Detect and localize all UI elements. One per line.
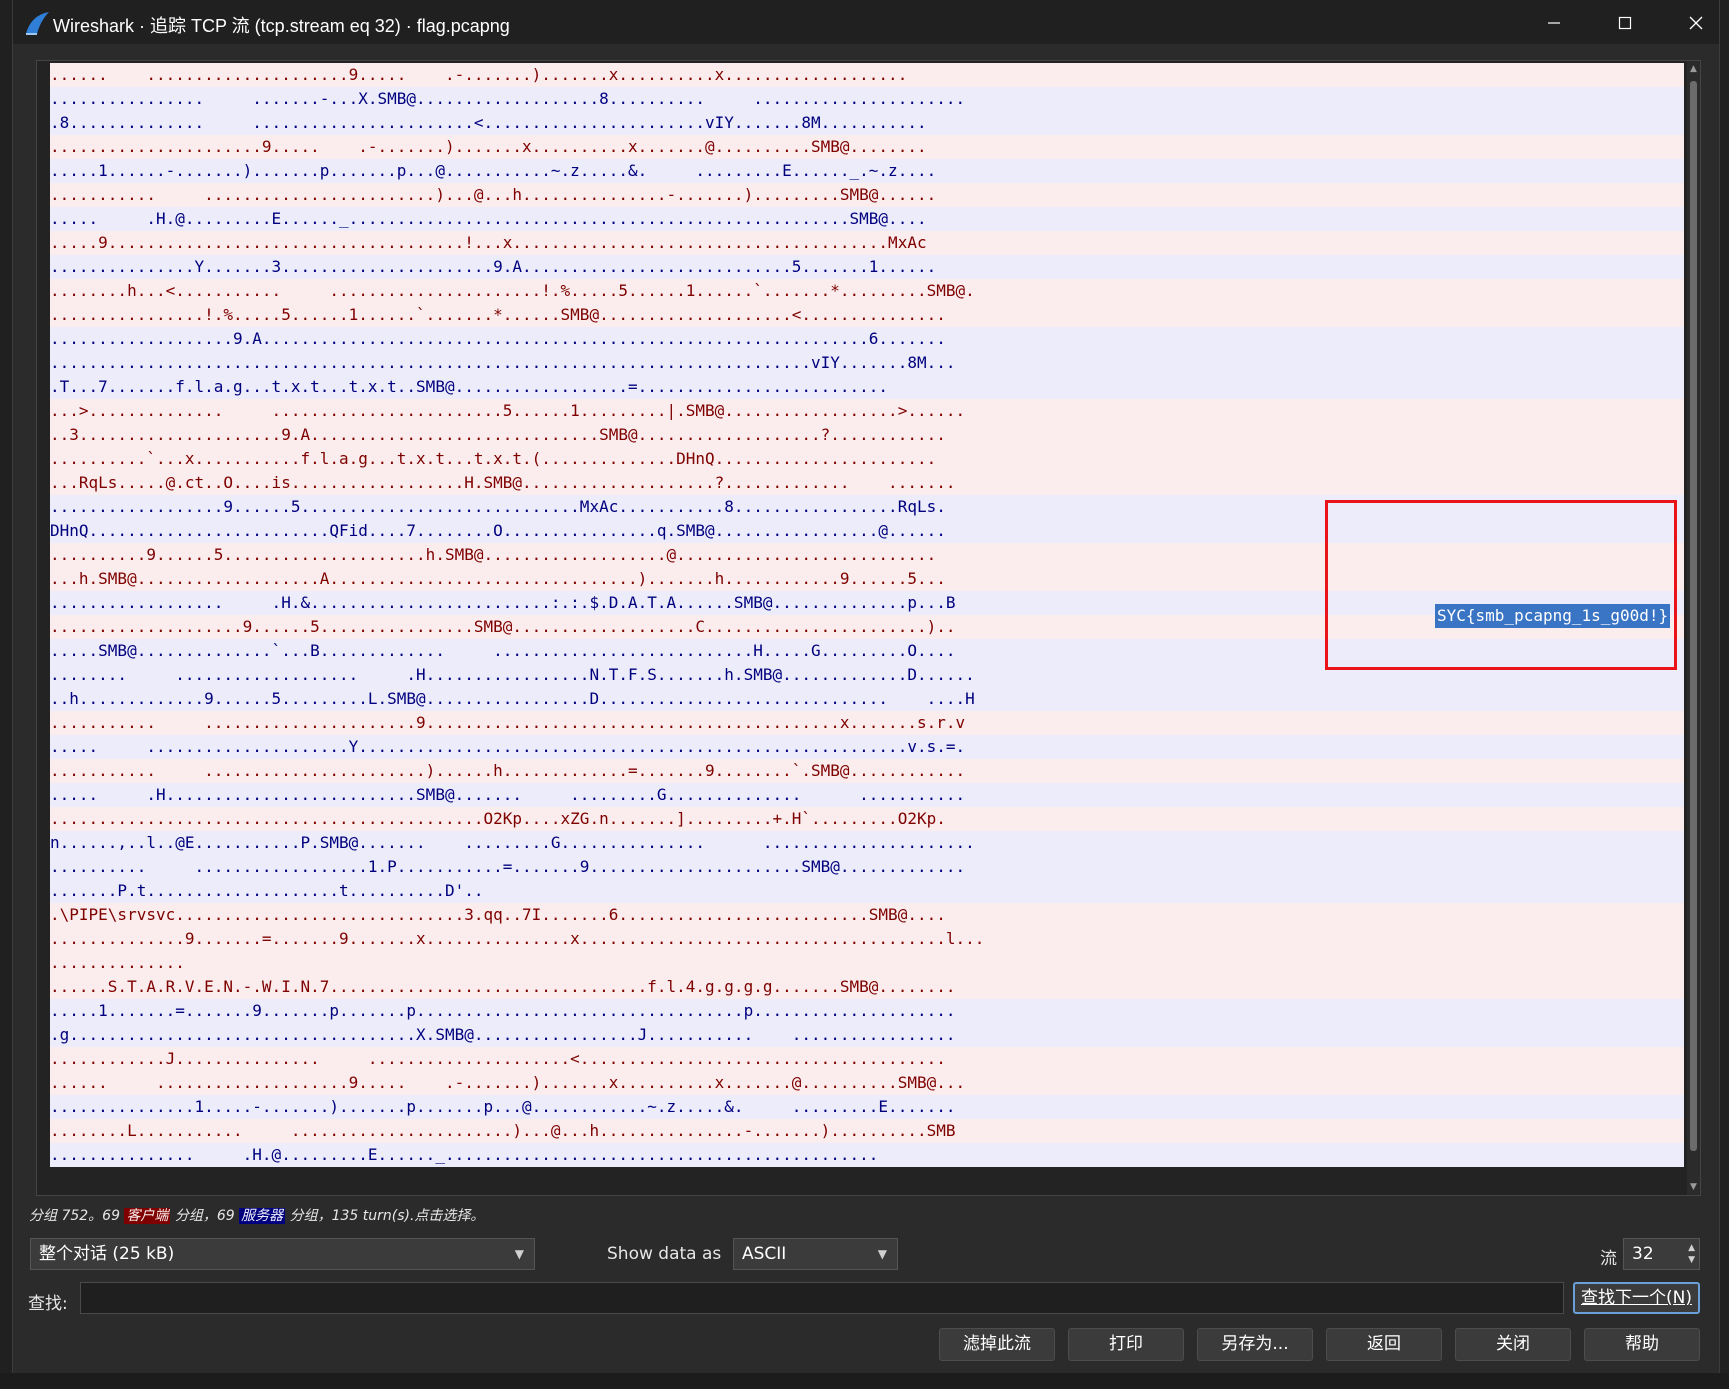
window-title: Wireshark · 追踪 TCP 流 (tcp.stream eq 32) … bbox=[53, 16, 510, 36]
show-data-as-value: ASCII bbox=[742, 1244, 787, 1264]
server-tag: 服务器 bbox=[239, 1208, 286, 1224]
scroll-up-arrow-icon[interactable]: ▲ bbox=[1687, 61, 1700, 77]
stream-line[interactable]: ..... .H.@.........E......_.............… bbox=[50, 207, 1684, 231]
vertical-scrollbar[interactable]: ▲ ▼ bbox=[1687, 61, 1700, 1195]
stream-line[interactable]: n......,..l..@E...........P.SMB@....... … bbox=[50, 831, 1684, 855]
maximize-icon bbox=[1618, 16, 1632, 30]
spin-down-icon[interactable]: ▼ bbox=[1688, 1254, 1695, 1266]
minimize-button[interactable] bbox=[1531, 8, 1577, 38]
help-button[interactable]: 帮助 bbox=[1584, 1328, 1700, 1361]
stream-line[interactable]: ........... ......................9.....… bbox=[50, 711, 1684, 735]
stream-line[interactable]: ...............Y.......3................… bbox=[50, 255, 1684, 279]
close-button[interactable]: 关闭 bbox=[1455, 1328, 1571, 1361]
stream-line[interactable]: ........................................… bbox=[50, 807, 1684, 831]
stream-line[interactable]: ......S.T.A.R.V.E.N.-.W.I.N.7...........… bbox=[50, 975, 1684, 999]
stream-line[interactable]: ......................9..... .-.......).… bbox=[50, 135, 1684, 159]
minimize-icon bbox=[1548, 22, 1560, 24]
stream-line[interactable]: ..............9.......=.......9.......x.… bbox=[50, 927, 1684, 951]
stream-line[interactable]: ..........`...x...........f.l.a.g...t.x.… bbox=[50, 447, 1684, 471]
stream-line[interactable]: ........................................… bbox=[50, 351, 1684, 375]
stream-line[interactable]: .............. bbox=[50, 951, 1684, 975]
stream-line[interactable]: ...... .....................9..... .-...… bbox=[50, 63, 1684, 87]
stream-line[interactable]: ...............1.....-.......).......p..… bbox=[50, 1095, 1684, 1119]
stream-line[interactable]: ........... ........................)...… bbox=[50, 183, 1684, 207]
stream-line[interactable]: .....9..................................… bbox=[50, 231, 1684, 255]
chevron-down-icon: ▼ bbox=[877, 1247, 887, 1261]
stream-number-value: 32 bbox=[1632, 1244, 1654, 1264]
red-annotation-box bbox=[1325, 500, 1677, 670]
stream-line[interactable]: ................!.%.....5......1......`.… bbox=[50, 303, 1684, 327]
stream-line[interactable]: ...................9.A..................… bbox=[50, 327, 1684, 351]
save-as-button[interactable]: 另存为... bbox=[1197, 1328, 1313, 1361]
filter-out-stream-button[interactable]: 滤掉此流 bbox=[939, 1328, 1055, 1361]
stream-line[interactable]: ............... .H.@.........E......_...… bbox=[50, 1143, 1684, 1167]
conversation-select[interactable]: 整个对话 (25 kB) ▼ bbox=[30, 1238, 535, 1270]
client-tag: 客户端 bbox=[124, 1208, 171, 1224]
stream-line[interactable]: ........L........... ...................… bbox=[50, 1119, 1684, 1143]
stream-line[interactable]: ..h.............9......5.........L.SMB@.… bbox=[50, 687, 1684, 711]
scroll-thumb[interactable] bbox=[1690, 81, 1697, 1151]
stream-number-spinbox[interactable]: 32 ▲ ▼ bbox=[1623, 1238, 1700, 1270]
summary-prefix: 分组 752。69 bbox=[29, 1208, 125, 1224]
stream-line[interactable]: .8.............. .......................… bbox=[50, 111, 1684, 135]
stream-line[interactable]: ............J............... ...........… bbox=[50, 1047, 1684, 1071]
stream-line[interactable]: .......... ..................1.P........… bbox=[50, 855, 1684, 879]
chevron-down-icon: ▼ bbox=[514, 1247, 524, 1261]
stream-line[interactable]: ................ .......-...X.SMB@......… bbox=[50, 87, 1684, 111]
stream-line[interactable]: ...... ....................9..... .-....… bbox=[50, 1071, 1684, 1095]
stream-line[interactable]: ........... .......................)....… bbox=[50, 759, 1684, 783]
stream-line[interactable]: ..... .....................Y............… bbox=[50, 735, 1684, 759]
stream-line[interactable]: .....1......-.......).......p.......p...… bbox=[50, 159, 1684, 183]
title-bar: Wireshark · 追踪 TCP 流 (tcp.stream eq 32) … bbox=[13, 0, 1719, 44]
back-button[interactable]: 返回 bbox=[1326, 1328, 1442, 1361]
spin-up-icon[interactable]: ▲ bbox=[1688, 1242, 1695, 1254]
stream-line[interactable]: .T...7.......f.l.a.g...t.x.t...t.x.t..SM… bbox=[50, 375, 1684, 399]
conversation-value: 整个对话 (25 kB) bbox=[39, 1244, 175, 1264]
stream-line[interactable]: .\PIPE\srvsvc...........................… bbox=[50, 903, 1684, 927]
scroll-down-arrow-icon[interactable]: ▼ bbox=[1687, 1179, 1700, 1195]
stream-line[interactable]: ..3.....................9.A.............… bbox=[50, 423, 1684, 447]
show-data-as-select[interactable]: ASCII ▼ bbox=[733, 1238, 898, 1270]
taskbar bbox=[0, 1373, 1729, 1389]
stream-content-pane[interactable]: ...... .....................9..... .-...… bbox=[36, 60, 1701, 1196]
summary-middle: 分组，69 bbox=[170, 1208, 240, 1224]
summary-suffix: 分组，135 turn(s).点击选择。 bbox=[285, 1208, 485, 1224]
stream-line[interactable]: .......P.t....................t.........… bbox=[50, 879, 1684, 903]
stream-line[interactable]: ...>.............. .....................… bbox=[50, 399, 1684, 423]
stream-line[interactable]: .....1.......=.......9.......p.......p..… bbox=[50, 999, 1684, 1023]
wireshark-fin-icon bbox=[26, 12, 49, 35]
packet-summary[interactable]: 分组 752。69 客户端 分组，69 服务器 分组，135 turn(s).点… bbox=[29, 1205, 484, 1225]
stream-line[interactable]: ........h...<........... ...............… bbox=[50, 279, 1684, 303]
print-button[interactable]: 打印 bbox=[1068, 1328, 1184, 1361]
find-next-button[interactable]: 查找下一个(N) bbox=[1573, 1282, 1700, 1314]
stream-line[interactable]: ...RqLs.....@.ct..O....is...............… bbox=[50, 471, 1684, 495]
find-input[interactable] bbox=[80, 1282, 1564, 1314]
show-data-as-label: Show data as bbox=[607, 1244, 722, 1264]
find-label: 查找: bbox=[28, 1294, 68, 1314]
stream-line[interactable]: ..... .H..........................SMB@..… bbox=[50, 783, 1684, 807]
maximize-button[interactable] bbox=[1602, 8, 1648, 38]
stream-line[interactable]: .g....................................X.… bbox=[50, 1023, 1684, 1047]
follow-tcp-stream-window: Wireshark · 追踪 TCP 流 (tcp.stream eq 32) … bbox=[12, 0, 1720, 1373]
stream-number-label: 流 bbox=[1600, 1249, 1617, 1269]
close-window-button[interactable] bbox=[1673, 8, 1719, 38]
close-icon bbox=[1689, 16, 1703, 30]
